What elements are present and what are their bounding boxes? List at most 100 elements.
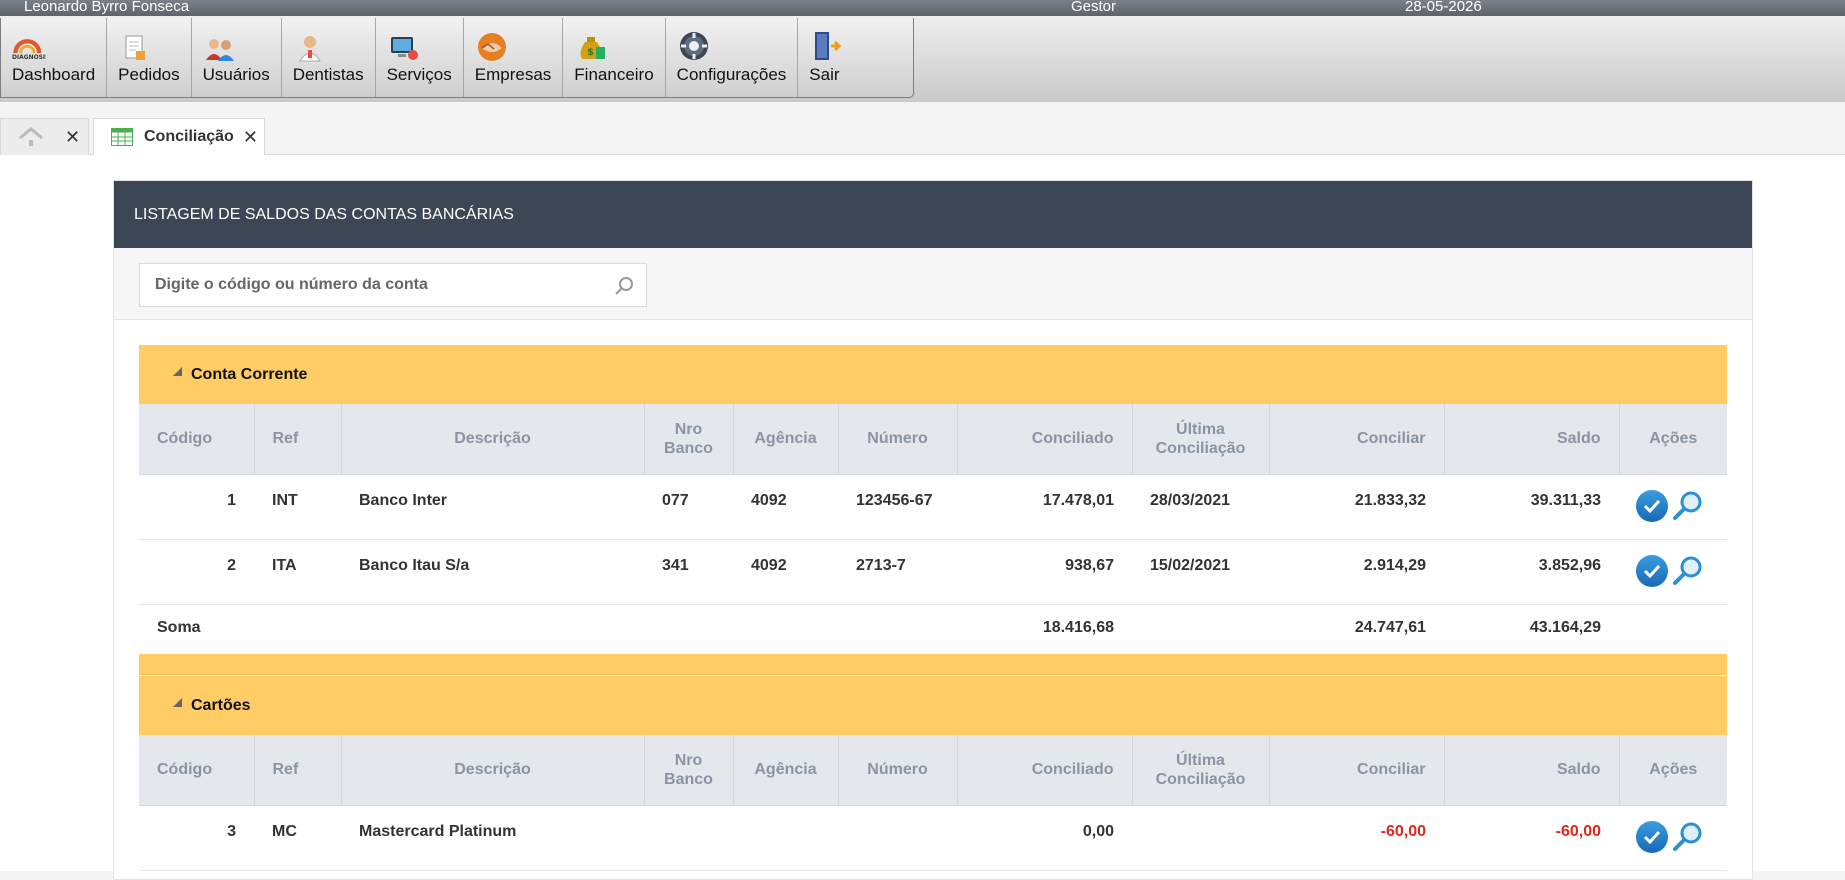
- cell-codigo: 1: [139, 474, 254, 540]
- view-details-magnifier-icon[interactable]: [1672, 555, 1704, 587]
- main-menu: DIAGNOSIS Dashboard Pedidos Usuários Den…: [0, 18, 914, 98]
- tab-conciliacao[interactable]: Conciliação ✕: [93, 118, 265, 156]
- col-nro-banco-line2: Banco: [664, 439, 713, 457]
- users-icon: [203, 32, 237, 62]
- cell-ultima: 15/02/2021: [1132, 539, 1269, 605]
- dentist-icon: [293, 32, 327, 62]
- col-conciliado[interactable]: Conciliado: [957, 735, 1133, 806]
- tab-conciliacao-label: Conciliação: [144, 128, 234, 145]
- view-details-magnifier-icon[interactable]: [1672, 490, 1704, 522]
- search-bar: [114, 248, 1752, 320]
- reconcile-check-button[interactable]: [1636, 489, 1668, 522]
- document-icon: [118, 32, 152, 62]
- menu-empresas-label: Empresas: [474, 65, 552, 84]
- cell-descricao: Mastercard Platinum: [341, 805, 644, 871]
- group-cartoes: Cartões Código Ref Descrição Nro Banco Ag…: [139, 676, 1727, 871]
- group-title: Conta Corrente: [191, 365, 308, 383]
- search-input[interactable]: [140, 264, 590, 306]
- table-row[interactable]: 2 ITA Banco Itau S/a 341 4092 2713-7 938…: [139, 539, 1727, 605]
- cell-ref: INT: [254, 474, 341, 540]
- row-actions: [1636, 553, 1727, 587]
- cell-codigo: 3: [139, 805, 254, 871]
- collapse-caret-icon[interactable]: [173, 367, 182, 376]
- menu-pedidos[interactable]: Pedidos: [107, 18, 192, 97]
- col-descricao[interactable]: Descrição: [341, 735, 645, 806]
- group-header[interactable]: Conta Corrente: [139, 345, 1727, 404]
- cell-acoes: [1619, 805, 1727, 871]
- menu-configuracoes[interactable]: Configurações: [666, 18, 799, 97]
- menu-dashboard[interactable]: DIAGNOSIS Dashboard: [1, 18, 108, 97]
- col-ref[interactable]: Ref: [254, 735, 342, 806]
- col-numero[interactable]: Número: [838, 735, 958, 806]
- cell-numero: [838, 805, 957, 871]
- menu-dashboard-label: Dashboard: [12, 65, 96, 84]
- gear-icon: [677, 32, 711, 62]
- col-agencia[interactable]: Agência: [733, 404, 839, 475]
- menu-sair[interactable]: Sair: [798, 18, 854, 97]
- reconcile-check-button[interactable]: [1636, 554, 1668, 587]
- menu-usuarios[interactable]: Usuários: [192, 18, 282, 97]
- col-nro-banco[interactable]: Nro Banco: [644, 404, 734, 475]
- tab-strip: ✕ Conciliação ✕: [0, 118, 1845, 156]
- col-conciliado[interactable]: Conciliado: [957, 404, 1133, 475]
- col-saldo[interactable]: Saldo: [1444, 735, 1620, 806]
- cell-conciliar: -60,00: [1269, 805, 1444, 871]
- menu-usuarios-label: Usuários: [202, 65, 270, 84]
- col-nro-banco-line2: Banco: [664, 770, 713, 788]
- reconcile-check-button[interactable]: [1636, 820, 1668, 853]
- cell-agencia: [733, 805, 838, 871]
- search-box: [139, 263, 647, 307]
- cell-agencia: 4092: [733, 474, 838, 540]
- menu-servicos-label: Serviços: [386, 65, 452, 84]
- toolbar-area: DIAGNOSIS Dashboard Pedidos Usuários Den…: [0, 16, 1845, 102]
- col-codigo[interactable]: Código: [139, 735, 255, 806]
- sum-conciliado: 18.416,68: [1042, 618, 1114, 636]
- col-nro-banco[interactable]: Nro Banco: [644, 735, 734, 806]
- col-numero[interactable]: Número: [838, 404, 958, 475]
- tab-home[interactable]: ✕: [0, 118, 89, 156]
- col-ref[interactable]: Ref: [254, 404, 342, 475]
- cell-ultima: 28/03/2021: [1132, 474, 1269, 540]
- sum-saldo: 43.164,29: [1529, 618, 1601, 636]
- money-bag-icon: $: [574, 32, 608, 62]
- services-icon: [387, 32, 421, 62]
- close-icon[interactable]: ✕: [65, 127, 80, 148]
- col-descricao[interactable]: Descrição: [341, 404, 645, 475]
- menu-financeiro[interactable]: $ Financeiro: [563, 18, 666, 97]
- cell-saldo: 39.311,33: [1444, 474, 1619, 540]
- view-details-magnifier-icon[interactable]: [1672, 821, 1704, 853]
- handshake-icon: [475, 32, 509, 62]
- menu-dentistas[interactable]: Dentistas: [282, 18, 376, 97]
- svg-text:$: $: [587, 47, 594, 58]
- col-codigo[interactable]: Código: [139, 404, 255, 475]
- table-row[interactable]: 3 MC Mastercard Platinum 0,00 -60,00 -60…: [139, 805, 1727, 871]
- cell-numero: 123456-67: [838, 474, 957, 540]
- menu-pedidos-label: Pedidos: [118, 65, 180, 84]
- collapse-caret-icon[interactable]: [173, 698, 182, 707]
- user-role: Gestor: [1071, 0, 1117, 15]
- sum-row: Soma 18.416,68 24.747,61 43.164,29: [139, 604, 1727, 654]
- group-header[interactable]: Cartões: [139, 676, 1727, 735]
- col-acoes: Ações: [1619, 404, 1727, 475]
- col-ultima-line1: Última: [1176, 420, 1225, 438]
- user-name: Leonardo Byrro Fonseca: [24, 0, 190, 15]
- cell-ref: ITA: [254, 539, 341, 605]
- cell-conciliado: 17.478,01: [957, 474, 1132, 540]
- menu-configuracoes-label: Configurações: [676, 65, 787, 84]
- cell-conciliar: 21.833,32: [1269, 474, 1444, 540]
- col-ultima-conciliacao[interactable]: Última Conciliação: [1132, 735, 1270, 806]
- col-ultima-conciliacao[interactable]: Última Conciliação: [1132, 404, 1270, 475]
- cell-acoes: [1619, 474, 1727, 540]
- search-icon[interactable]: [614, 276, 634, 296]
- col-agencia[interactable]: Agência: [733, 735, 839, 806]
- cell-numero: 2713-7: [838, 539, 957, 605]
- table-row[interactable]: 1 INT Banco Inter 077 4092 123456-67 17.…: [139, 474, 1727, 540]
- cell-conciliado: 0,00: [957, 805, 1132, 871]
- menu-servicos[interactable]: Serviços: [376, 18, 464, 97]
- col-conciliar[interactable]: Conciliar: [1269, 735, 1445, 806]
- col-saldo[interactable]: Saldo: [1444, 404, 1620, 475]
- col-conciliar[interactable]: Conciliar: [1269, 404, 1445, 475]
- cell-descricao: Banco Inter: [341, 474, 644, 540]
- menu-empresas[interactable]: Empresas: [464, 18, 564, 97]
- close-icon[interactable]: ✕: [243, 127, 258, 148]
